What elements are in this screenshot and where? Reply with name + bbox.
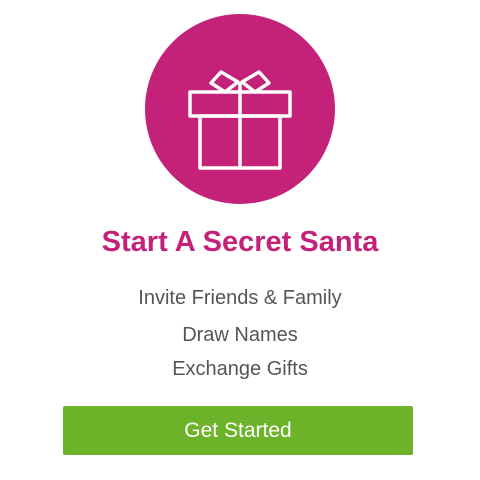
secret-santa-card: Start A Secret Santa Invite Friends & Fa…: [0, 0, 480, 480]
gift-badge: [145, 14, 335, 204]
page-title: Start A Secret Santa: [101, 226, 379, 258]
step-invite: Invite Friends & Family: [138, 287, 342, 309]
step-exchange-gifts: Exchange Gifts: [172, 358, 308, 380]
gift-icon: [188, 70, 292, 170]
get-started-button[interactable]: Get Started: [63, 406, 413, 455]
step-draw-names: Draw Names: [182, 324, 298, 346]
